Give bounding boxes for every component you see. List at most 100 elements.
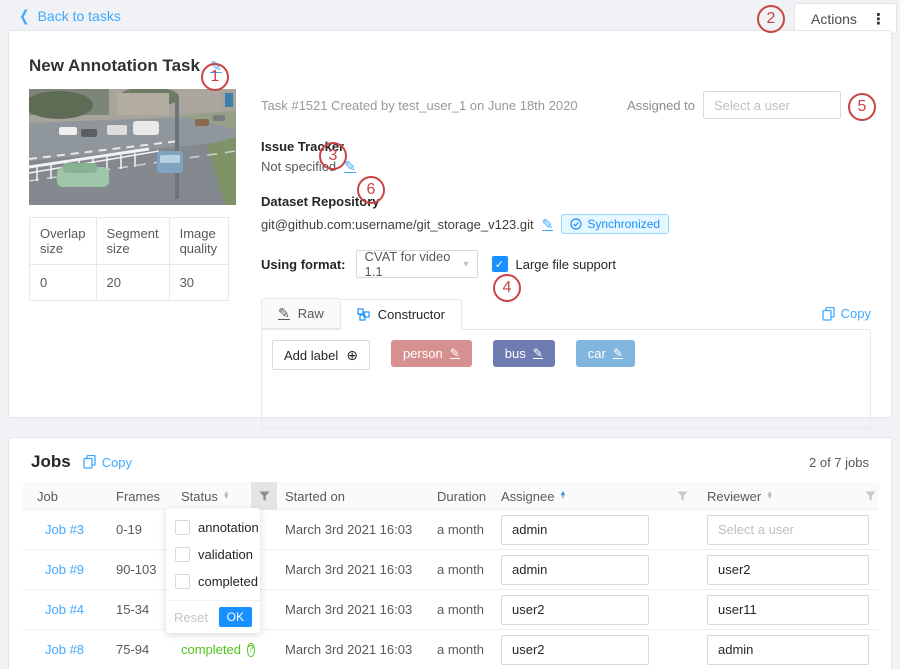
image-quality-header: Image quality: [169, 218, 228, 265]
copy-jobs-label: Copy: [102, 455, 132, 470]
large-file-support-label: Large file support: [516, 257, 616, 272]
filter-reset-button[interactable]: Reset: [174, 610, 208, 625]
reviewer-input[interactable]: [707, 555, 869, 585]
overlap-size-value: 0: [30, 265, 97, 301]
sort-icons: ▲▼: [559, 492, 566, 501]
task-details-card: New Annotation Task ✎: [8, 30, 892, 418]
funnel-icon: [259, 491, 270, 502]
filter-option-annotation[interactable]: annotation: [166, 514, 260, 541]
edit-label-icon[interactable]: ✎: [533, 348, 543, 359]
job-link[interactable]: Job #3: [23, 522, 108, 537]
job-frames: 75-94: [108, 642, 173, 657]
status-filter-button[interactable]: [251, 482, 277, 510]
job-row: Job #3 0-19 March 3rd 2021 16:03 a month: [23, 510, 879, 550]
column-reviewer-sort[interactable]: Reviewer ▲▼: [699, 489, 861, 504]
back-to-tasks-label: Back to tasks: [38, 8, 121, 24]
column-job: Job: [23, 489, 108, 504]
job-duration: a month: [429, 642, 493, 657]
tab-constructor-label: Constructor: [378, 307, 445, 322]
task-preview-image: [29, 89, 236, 205]
annotation-marker-6: 6: [357, 176, 385, 204]
assignee-input[interactable]: [501, 595, 649, 625]
column-duration: Duration: [429, 489, 493, 504]
labels-constructor-panel: Add label ⊕ person ✎ bus ✎ car ✎: [261, 329, 871, 429]
assignee-filter-button[interactable]: [665, 482, 699, 510]
job-frames: 0-19: [108, 522, 173, 537]
edit-issue-tracker-icon[interactable]: ✎: [344, 160, 356, 173]
column-frames: Frames: [108, 489, 173, 504]
assignee-input[interactable]: [501, 635, 649, 665]
label-chip-person[interactable]: person ✎: [391, 340, 472, 367]
segment-size-header: Segment size: [96, 218, 169, 265]
reviewer-input[interactable]: [707, 635, 869, 665]
job-status: completed: [181, 642, 241, 657]
overlap-size-header: Overlap size: [30, 218, 97, 265]
job-started: March 3rd 2021 16:03: [277, 602, 429, 617]
back-to-tasks-link[interactable]: ❮ Back to tasks: [18, 7, 121, 25]
segment-size-value: 20: [96, 265, 169, 301]
more-vertical-icon: ⋮: [871, 10, 886, 28]
tab-constructor[interactable]: Constructor: [340, 299, 462, 330]
filter-option-completed[interactable]: completed: [166, 568, 260, 595]
column-assignee-sort[interactable]: Assignee ▲▼: [493, 489, 665, 504]
checkbox-unchecked-icon[interactable]: [175, 547, 190, 562]
label-car-name: car: [588, 346, 606, 361]
label-bus-name: bus: [505, 346, 526, 361]
column-reviewer: Reviewer: [707, 489, 761, 504]
plus-circle-icon: ⊕: [346, 347, 358, 364]
column-status-sort[interactable]: Status ▲▼: [173, 489, 251, 504]
copy-labels-button[interactable]: Copy: [822, 306, 871, 321]
copy-jobs-button[interactable]: Copy: [83, 455, 132, 470]
question-circle-icon: ?: [247, 643, 255, 657]
job-started: March 3rd 2021 16:03: [277, 642, 429, 657]
job-duration: a month: [429, 562, 493, 577]
task-params-table: Overlap size Segment size Image quality …: [29, 217, 229, 301]
checkbox-unchecked-icon[interactable]: [175, 520, 190, 535]
reviewer-input[interactable]: [707, 515, 869, 545]
filter-option-validation[interactable]: validation: [166, 541, 260, 568]
annotation-marker-3: 3: [319, 142, 347, 170]
edit-repository-icon[interactable]: ✎: [542, 218, 554, 231]
job-started: March 3rd 2021 16:03: [277, 522, 429, 537]
jobs-card: Jobs Copy 2 of 7 jobs Job Frames Status …: [8, 437, 892, 669]
label-chip-bus[interactable]: bus ✎: [493, 340, 555, 367]
actions-label: Actions: [811, 11, 857, 27]
copy-icon: [83, 455, 96, 469]
task-meta-text: Task #1521 Created by test_user_1 on Jun…: [261, 98, 578, 113]
jobs-table: Job Frames Status ▲▼ Started on Duration…: [23, 482, 879, 669]
pencil-icon: ✎: [278, 307, 290, 320]
chevron-left-icon: ❮: [19, 7, 29, 25]
assignee-input[interactable]: [501, 555, 649, 585]
edit-label-icon[interactable]: ✎: [450, 348, 460, 359]
assignee-input[interactable]: [501, 515, 649, 545]
column-started: Started on: [277, 489, 429, 504]
copy-labels-label: Copy: [841, 306, 871, 321]
add-label-text: Add label: [284, 348, 338, 363]
job-link[interactable]: Job #9: [23, 562, 108, 577]
image-quality-value: 30: [169, 265, 228, 301]
tab-raw-label: Raw: [298, 306, 324, 321]
export-format-select[interactable]: CVAT for video 1.1 ▾: [356, 250, 478, 278]
job-link[interactable]: Job #4: [23, 602, 108, 617]
chevron-down-icon: ▾: [463, 259, 468, 270]
reviewer-input[interactable]: [707, 595, 869, 625]
large-file-support-checkbox[interactable]: ✓ Large file support: [492, 256, 616, 272]
annotation-marker-1: 1: [201, 63, 229, 91]
checkbox-unchecked-icon[interactable]: [175, 574, 190, 589]
status-filter-dropdown: annotation validation completed Reset OK: [166, 508, 260, 633]
export-format-value: CVAT for video 1.1: [365, 249, 464, 279]
issue-tracker-label: Issue Tracker: [261, 139, 871, 154]
assigned-to-input[interactable]: [703, 91, 841, 119]
filter-ok-button[interactable]: OK: [219, 607, 252, 627]
label-chip-car[interactable]: car ✎: [576, 340, 635, 367]
sort-icons: ▲▼: [223, 492, 230, 501]
tab-raw[interactable]: ✎ Raw: [261, 298, 340, 329]
edit-label-icon[interactable]: ✎: [613, 348, 623, 359]
sync-badge-label: Synchronized: [587, 217, 660, 231]
job-duration: a month: [429, 522, 493, 537]
checkbox-checked-icon: ✓: [492, 256, 508, 272]
add-label-button[interactable]: Add label ⊕: [272, 340, 370, 370]
reviewer-filter-button[interactable]: [861, 482, 879, 510]
filter-option-label: validation: [198, 547, 253, 562]
job-link[interactable]: Job #8: [23, 642, 108, 657]
